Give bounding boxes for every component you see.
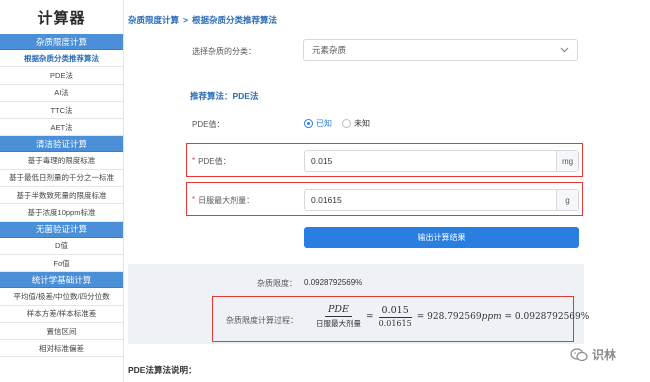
limit-value: 0.0928792569% xyxy=(304,278,363,287)
sidebar-item-toxicology-limit[interactable]: 基于毒理的限度标准 xyxy=(0,152,123,170)
dose-field-label-text: 日服最大剂量： xyxy=(198,196,255,205)
pde-known-radio-group: 已知 未知 xyxy=(304,118,370,129)
radio-unknown-indicator[interactable] xyxy=(342,119,351,128)
formula-fraction-symbolic: PDE 日服最大剂量 xyxy=(316,304,361,329)
formula-denominator-dose: 日服最大剂量 xyxy=(316,319,361,328)
sidebar-item-ai[interactable]: AI法 xyxy=(0,85,123,102)
limit-label: 杂质限度： xyxy=(257,279,297,288)
sidebar-item-rsd[interactable]: 相对标准偏差 xyxy=(0,340,123,358)
dose-unit: g xyxy=(556,190,578,210)
formula-denominator-value: 0.01615 xyxy=(378,319,412,328)
formula-result-ppm: = 928.792569 xyxy=(416,311,482,322)
sidebar-group-sterility-validation[interactable]: 无菌验证计算 xyxy=(0,221,123,238)
formula-numerator-pde: PDE xyxy=(325,304,352,317)
category-label: 选择杂质的分类： xyxy=(192,47,256,56)
radio-known-label: 已知 xyxy=(316,119,332,128)
formula-fraction-numeric: 0.015 0.01615 xyxy=(378,305,412,328)
sidebar: 计算器 杂质限度计算 根据杂质分类推荐算法 PDE法 AI法 TTC法 AET法… xyxy=(0,0,124,382)
formula: PDE 日服最大剂量 = 0.015 0.01615 = 928.792569p… xyxy=(316,304,589,329)
sidebar-item-ld50-limit[interactable]: 基于半数致死量的限度标准 xyxy=(0,187,123,205)
formula-result-percent: = 0.0928792569% xyxy=(504,311,590,322)
app-title: 计算器 xyxy=(37,9,86,27)
formula-numerator-value: 0.015 xyxy=(378,305,412,318)
sidebar-item-mean-range[interactable]: 平均值/极差/中位数/四分位数 xyxy=(0,288,123,306)
sidebar-item-10ppm[interactable]: 基于浓度10ppm标准 xyxy=(0,204,123,222)
formula-unit-ppm: ppm xyxy=(481,311,502,322)
sidebar-item-fo-value[interactable]: Fo值 xyxy=(0,255,123,273)
breadcrumb-separator: > xyxy=(183,15,188,25)
pde-known-label: PDE值： xyxy=(192,120,225,129)
pde-input[interactable]: 0.015 mg xyxy=(304,150,579,172)
sidebar-group-statistics[interactable]: 统计学基础计算 xyxy=(0,272,123,289)
radio-unknown-label: 未知 xyxy=(354,119,370,128)
chevron-down-icon xyxy=(560,47,569,53)
dose-input[interactable]: 0.01615 g xyxy=(304,189,579,211)
formula-result: = 928.792569ppm = 0.0928792569% xyxy=(417,312,590,322)
sidebar-item-d-value[interactable]: D值 xyxy=(0,238,123,255)
output-result-button[interactable]: 输出计算结果 xyxy=(304,227,579,248)
sidebar-group-cleaning-validation[interactable]: 清洁验证计算 xyxy=(0,136,123,153)
sidebar-item-min-daily-dose[interactable]: 基于最低日剂量的千分之一标准 xyxy=(0,170,123,188)
sidebar-item-recommend-algorithm[interactable]: 根据杂质分类推荐算法 xyxy=(0,50,123,68)
breadcrumb: 杂质限度计算 > 根据杂质分类推荐算法 xyxy=(128,14,277,26)
sidebar-item-pde[interactable]: PDE法 xyxy=(0,67,123,85)
category-select[interactable]: 元素杂质 xyxy=(303,39,578,61)
pde-field-label-text: PDE值： xyxy=(198,157,231,166)
watermark: 识林 xyxy=(570,346,616,363)
breadcrumb-root[interactable]: 杂质限度计算 xyxy=(128,14,179,26)
dose-input-value: 0.01615 xyxy=(311,195,342,205)
pde-input-value: 0.015 xyxy=(311,156,333,166)
pde-field-label: * PDE值： xyxy=(192,156,231,167)
pde-method-description-heading: PDE法算法说明： xyxy=(128,365,197,375)
recommend-title: 推荐算法：PDE法 xyxy=(190,91,259,101)
breadcrumb-current: 根据杂质分类推荐算法 xyxy=(191,15,277,25)
required-mark: * xyxy=(192,195,196,204)
radio-known[interactable]: 已知 xyxy=(304,118,332,129)
watermark-text: 识林 xyxy=(592,348,617,362)
radio-unknown[interactable]: 未知 xyxy=(342,118,370,129)
pde-unit: mg xyxy=(556,151,578,171)
radio-known-indicator[interactable] xyxy=(304,119,313,128)
required-mark: * xyxy=(192,156,196,165)
sidebar-item-ttc[interactable]: TTC法 xyxy=(0,102,123,120)
sidebar-group-impurity-limit[interactable]: 杂质限度计算 xyxy=(0,34,123,50)
process-label: 杂质限度计算过程： xyxy=(226,316,298,325)
sidebar-item-variance[interactable]: 样本方差/样本标准差 xyxy=(0,306,123,323)
wechat-icon xyxy=(570,347,588,361)
dose-field-label: * 日服最大剂量： xyxy=(192,195,254,206)
formula-equals: = xyxy=(366,311,374,322)
sidebar-item-aet[interactable]: AET法 xyxy=(0,119,123,137)
sidebar-item-confidence-interval[interactable]: 置信区间 xyxy=(0,323,123,341)
category-select-value: 元素杂质 xyxy=(312,45,347,55)
